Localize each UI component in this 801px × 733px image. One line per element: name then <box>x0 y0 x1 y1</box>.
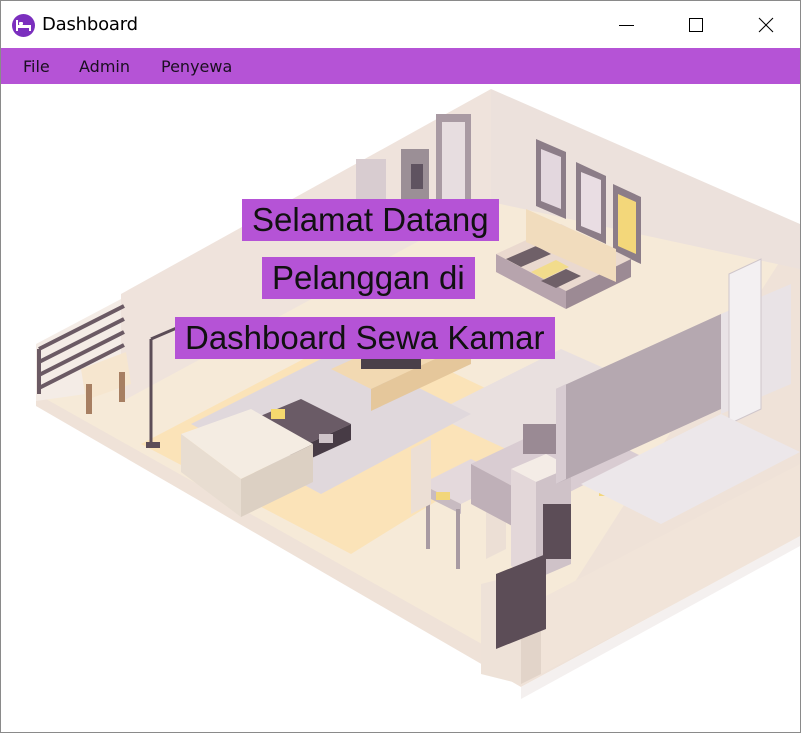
main-content: Selamat Datang Pelanggan di Dashboard Se… <box>1 84 800 732</box>
bed-icon <box>12 14 35 37</box>
menu-admin[interactable]: Admin <box>79 57 130 76</box>
title-bar[interactable]: Dashboard <box>1 1 800 48</box>
apartment-illustration <box>36 89 800 699</box>
maximize-button[interactable] <box>673 1 719 48</box>
dashboard-window: Dashboard File Admin Penyewa Selamat Dat… <box>0 0 801 733</box>
close-button[interactable] <box>743 1 789 48</box>
close-icon <box>758 17 774 33</box>
welcome-line-2: Pelanggan di <box>262 257 475 299</box>
minimize-button[interactable] <box>603 1 649 48</box>
menu-file[interactable]: File <box>23 57 50 76</box>
menu-bar: File Admin Penyewa <box>1 48 800 84</box>
minimize-icon <box>619 25 634 26</box>
window-title: Dashboard <box>42 14 138 35</box>
menu-penyewa[interactable]: Penyewa <box>161 57 232 76</box>
maximize-icon <box>689 18 703 32</box>
welcome-line-1: Selamat Datang <box>242 199 499 241</box>
welcome-line-3: Dashboard Sewa Kamar <box>175 317 555 359</box>
